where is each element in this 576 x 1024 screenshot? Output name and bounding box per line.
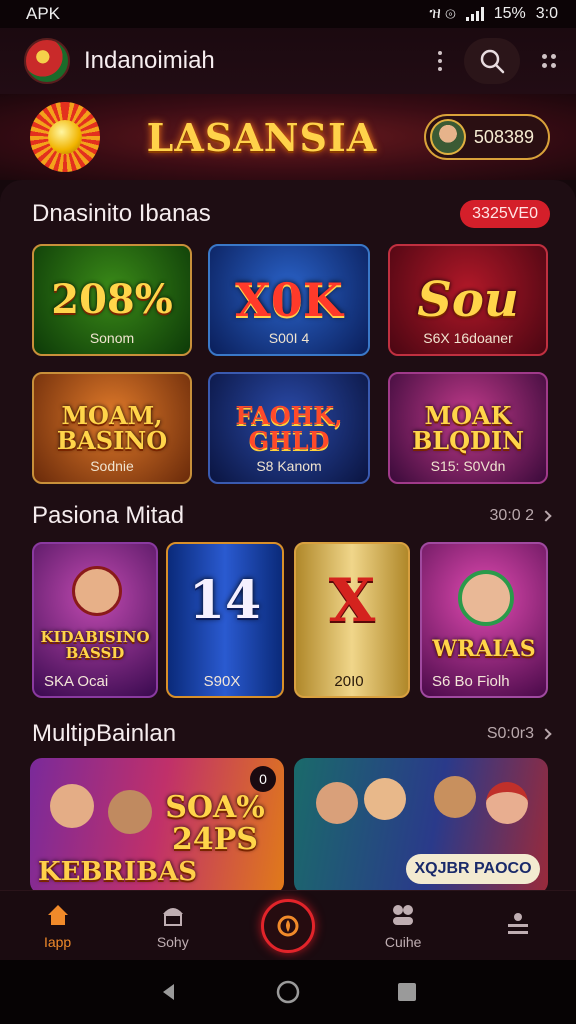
section-popular-header: Pasiona Mitad 30:0 2 xyxy=(32,502,552,530)
system-nav-bar xyxy=(0,960,576,1024)
chevron-right-icon xyxy=(540,728,552,740)
see-all-link[interactable]: S0:0r3 xyxy=(486,725,552,743)
character-portrait-icon xyxy=(72,566,122,616)
brand-banner: LASANSIA 508389 xyxy=(0,94,576,180)
player-avatar-icon xyxy=(486,782,528,824)
bonus-card-title: MOAK BLQDIN xyxy=(411,400,525,455)
bonus-card-title: MOAM, BASINO xyxy=(56,400,168,455)
game-art-title: X xyxy=(328,566,376,636)
flame-icon xyxy=(277,915,299,936)
signal-icon xyxy=(465,7,484,21)
see-all-label: S0:0r3 xyxy=(486,725,534,742)
section-bonuses-header: Dnasinito Ibanas 3325VE0 xyxy=(32,200,550,228)
app-logo[interactable] xyxy=(24,38,70,84)
bottom-nav: Iapp Sohy Cuihe xyxy=(0,890,576,960)
player-count-badge: 0 xyxy=(250,766,276,792)
bonus-card-subtitle: S15: S0Vdn xyxy=(430,458,506,474)
store-icon xyxy=(162,907,183,926)
search-button[interactable] xyxy=(464,38,520,84)
status-icons: ዝ ⊚ 15% 3:0 xyxy=(429,5,558,23)
banner-title: XQJBR PAOCO xyxy=(406,854,540,884)
nav-home[interactable]: Iapp xyxy=(13,902,103,950)
bonus-card[interactable]: 208% Sonom xyxy=(32,244,192,356)
bonus-card[interactable]: MOAK BLQDIN S15: S0Vdn xyxy=(388,372,548,484)
section-title: MultipBainlan xyxy=(32,720,177,747)
clock: 3:0 xyxy=(535,5,558,22)
game-caption: SKA Ocai xyxy=(44,673,109,690)
bonus-card-subtitle: S8 Kanom xyxy=(256,458,322,474)
app-header: Indanoimiah xyxy=(0,28,576,94)
home-icon xyxy=(47,904,68,925)
bonus-card[interactable]: FAOHK, GHLD S8 Kanom xyxy=(208,372,370,484)
bonus-card-subtitle: S00I 4 xyxy=(268,330,310,346)
bonus-card[interactable]: Sou S6X 16doaner xyxy=(388,244,548,356)
see-all-link[interactable]: 30:0 2 xyxy=(489,507,552,525)
coin-amount: 508389 xyxy=(473,126,534,147)
game-tile[interactable]: X 20I0 xyxy=(294,542,410,698)
game-caption: S6 Bo Fiolh xyxy=(432,673,510,690)
game-tile[interactable]: WRAIAS S6 Bo Fiolh xyxy=(420,542,548,698)
recents-icon[interactable] xyxy=(396,981,418,1003)
nav-cashier[interactable]: Cuihe xyxy=(358,902,448,950)
player-avatar-icon xyxy=(108,790,152,834)
nav-label: Iapp xyxy=(43,933,72,950)
game-art-title: KIDABISINO BASSD xyxy=(40,628,150,662)
nav-shop[interactable]: Sohy xyxy=(128,902,218,950)
home-circle-icon[interactable] xyxy=(275,979,301,1005)
search-icon xyxy=(480,49,505,74)
nav-center[interactable] xyxy=(243,898,333,953)
promo-text: SOA% 24PS xyxy=(165,790,265,857)
section-title: Dnasinito Ibanas xyxy=(32,200,211,227)
back-icon[interactable] xyxy=(158,981,180,1003)
bonus-card-title: Sou xyxy=(417,271,519,328)
bonus-card[interactable]: X0K S00I 4 xyxy=(208,244,370,356)
section-title: Pasiona Mitad xyxy=(32,502,185,529)
player-avatar-icon xyxy=(316,782,358,824)
apps-grid-icon[interactable] xyxy=(542,54,556,68)
banner-title: KEBRIBAS xyxy=(38,856,198,887)
see-all-label: 30:0 2 xyxy=(489,507,534,524)
overflow-menu-icon[interactable] xyxy=(438,51,442,71)
bonus-card-title: 208% xyxy=(51,276,173,323)
player-avatar-icon xyxy=(434,776,476,818)
bonus-card[interactable]: MOAM, BASINO Sodnie xyxy=(32,372,192,484)
main-panel: Dnasinito Ibanas 3325VE0 208% Sonom X0K … xyxy=(0,180,576,890)
game-caption: 20I0 xyxy=(334,673,364,690)
nav-label: Sohy xyxy=(156,933,189,950)
coin-balance[interactable]: 508389 xyxy=(423,114,550,160)
multiplayer-banner[interactable]: XQJBR PAOCO xyxy=(294,758,548,890)
nav-profile[interactable] xyxy=(473,910,563,942)
notification-icons: ዝ ⊚ xyxy=(429,5,456,22)
avatar[interactable] xyxy=(429,119,466,155)
game-tile[interactable]: 14 S90X xyxy=(166,542,284,698)
app-title: Indanoimiah xyxy=(84,47,215,74)
chevron-right-icon xyxy=(540,510,552,522)
profile-icon xyxy=(508,912,529,934)
game-art-title: 14 xyxy=(188,570,262,631)
character-portrait-icon xyxy=(458,570,514,626)
nav-label: Cuihe xyxy=(384,933,422,950)
status-badge[interactable]: 3325VE0 xyxy=(460,200,550,228)
play-center-button[interactable] xyxy=(260,898,315,953)
section-multiplayer-header: MultipBainlan S0:0r3 xyxy=(32,720,552,748)
game-tile[interactable]: KIDABISINO BASSD SKA Ocai xyxy=(32,542,158,698)
bonus-card-title: X0K xyxy=(235,272,343,327)
bonus-card-subtitle: Sodnie xyxy=(90,458,134,474)
game-caption: S90X xyxy=(203,673,241,690)
multiplayer-banner[interactable]: 0 SOA% 24PS KEBRIBAS xyxy=(30,758,284,890)
bonus-card-subtitle: S6X 16doaner xyxy=(423,330,513,346)
sun-emblem-icon xyxy=(30,102,100,172)
users-icon xyxy=(393,904,414,925)
status-bar: APK ዝ ⊚ 15% 3:0 xyxy=(0,0,576,28)
player-avatar-icon xyxy=(364,778,406,820)
player-avatar-icon xyxy=(50,784,94,828)
game-art-title: WRAIAS xyxy=(432,636,536,662)
bonus-card-subtitle: Sonom xyxy=(89,330,135,346)
battery-percent: 15% xyxy=(493,5,526,22)
bonus-card-title: FAOHK, GHLD xyxy=(235,400,343,455)
carrier-label: APK xyxy=(26,4,61,23)
brand-logo-text: LASANSIA xyxy=(146,114,378,160)
